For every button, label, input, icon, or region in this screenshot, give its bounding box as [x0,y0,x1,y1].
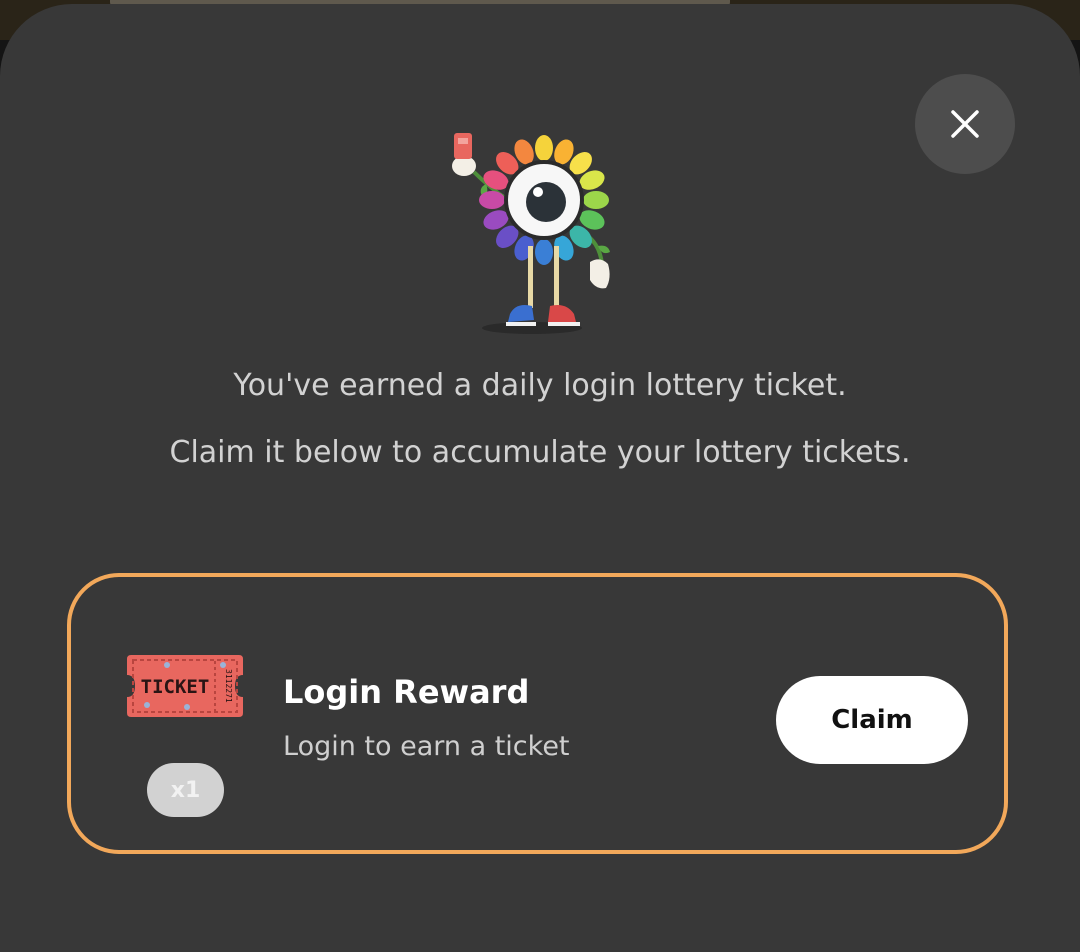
message-line-2: Claim it below to accumulate your lotter… [169,435,911,470]
ticket-text: TICKET [141,676,210,698]
ticket-icon: TICKET 3112271 [127,655,243,717]
flower-eye-mascot-icon [452,133,610,334]
reward-description: Login to earn a ticket [283,731,570,762]
reward-title: Login Reward [283,673,530,711]
ticket-serial: 3112271 [224,669,233,703]
close-button[interactable] [915,74,1015,174]
message-line-1: You've earned a daily login lottery tick… [233,368,847,403]
claim-button[interactable]: Claim [776,676,968,764]
login-reward-card: TICKET 3112271 x1 Login Reward Login to … [67,573,1008,854]
quantity-badge: x1 [147,763,224,817]
close-icon [951,110,979,138]
reward-dialog: You've earned a daily login lottery tick… [0,4,1080,952]
